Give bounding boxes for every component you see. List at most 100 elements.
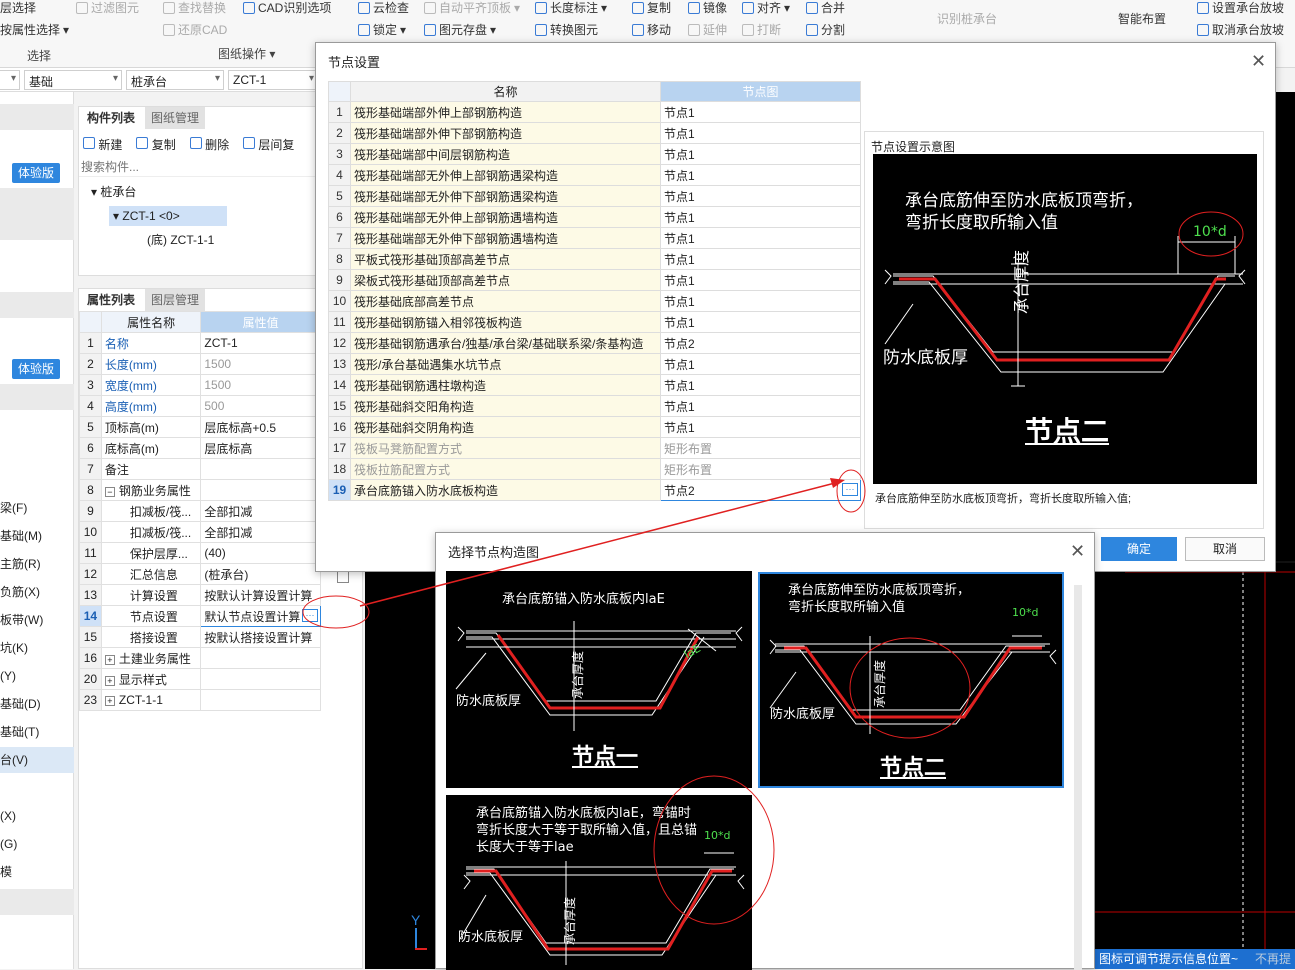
- node-value[interactable]: 节点1: [660, 143, 861, 165]
- node-row[interactable]: 2 筏形基础端部外伸下部钢筋构造 节点1: [328, 122, 861, 144]
- component-select[interactable]: ZCT-1: [228, 70, 318, 90]
- cloud-check-button[interactable]: 云检查: [358, 0, 409, 16]
- tree-root[interactable]: ▾ 桩承台: [91, 183, 136, 200]
- property-row[interactable]: 10 扣减板/筏... 全部扣减: [79, 521, 321, 543]
- length-dim-button[interactable]: 长度标注 ▾: [535, 0, 607, 16]
- trial-badge-2[interactable]: 体验版: [12, 359, 60, 379]
- node-value[interactable]: 节点2: [660, 332, 861, 354]
- nav-item-pile-cap[interactable]: 台(V): [0, 747, 74, 773]
- checkbox[interactable]: [337, 571, 349, 583]
- floor-select[interactable]: [0, 70, 20, 90]
- lock-button[interactable]: 锁定 ▾: [358, 21, 406, 38]
- close-icon[interactable]: ✕: [1251, 52, 1266, 70]
- node-option-2[interactable]: 承台底筋伸至防水底板顶弯折， 弯折长度取所输入值 10*d 承台厚度 防水底板厚…: [758, 572, 1064, 788]
- node-row[interactable]: 19 承台底筋锚入防水底板构造 节点2 ···: [328, 479, 861, 501]
- tab-component-list[interactable]: 构件列表: [81, 107, 142, 129]
- nav-item-mold[interactable]: 模: [0, 859, 74, 885]
- nav-item-y[interactable]: (Y): [0, 663, 74, 689]
- node-value[interactable]: 节点2 ···: [660, 479, 861, 501]
- node-value[interactable]: 矩形布置: [660, 458, 861, 480]
- copy-between-floors-button[interactable]: 层间复: [243, 136, 294, 153]
- property-row[interactable]: 6 底标高(m) 层底标高: [79, 437, 321, 459]
- property-row[interactable]: 23 + ZCT-1-1: [79, 689, 321, 711]
- node-value[interactable]: 节点1: [660, 122, 861, 144]
- node-row[interactable]: 9 梁板式筏形基础顶部高差节点 节点1: [328, 269, 861, 291]
- category-select[interactable]: 基础: [24, 70, 122, 90]
- property-row[interactable]: 12 汇总信息 (桩承台): [79, 563, 321, 585]
- property-row[interactable]: 7 备注: [79, 458, 321, 480]
- property-row[interactable]: 4 高度(mm) 500: [79, 395, 321, 417]
- property-value[interactable]: 全部扣减: [200, 521, 321, 543]
- node-row[interactable]: 17 筏板马凳筋配置方式 矩形布置: [328, 437, 861, 459]
- node-value[interactable]: 节点1: [660, 248, 861, 270]
- property-row[interactable]: 11 保护层厚... (40): [79, 542, 321, 564]
- nav-item-pit[interactable]: 坑(K): [0, 635, 74, 661]
- node-value[interactable]: 节点1: [660, 374, 861, 396]
- node-row[interactable]: 13 筏形/承台基础遇集水坑节点 节点1: [328, 353, 861, 375]
- restore-cad-button[interactable]: 还原CAD: [163, 21, 227, 38]
- node-row[interactable]: 7 筏形基础端部无外伸下部钢筋遇墙构造 节点1: [328, 227, 861, 249]
- property-value[interactable]: 500: [200, 395, 321, 417]
- property-value[interactable]: 按默认计算设置计算: [200, 584, 321, 606]
- ellipsis-button[interactable]: ···: [302, 609, 318, 622]
- nav-item-neg-rebar[interactable]: 负筋(X): [0, 579, 74, 605]
- property-row[interactable]: 2 长度(mm) 1500: [79, 353, 321, 375]
- mirror-button[interactable]: 镜像: [688, 0, 727, 16]
- property-value[interactable]: (桩承台): [200, 563, 321, 585]
- node-value[interactable]: 节点1: [660, 395, 861, 417]
- property-value[interactable]: 全部扣减: [200, 500, 321, 522]
- node-row[interactable]: 11 筏形基础钢筋锚入相邻筏板构造 节点1: [328, 311, 861, 333]
- expand-icon[interactable]: −: [104, 486, 115, 497]
- save-elements-button[interactable]: 图元存盘 ▾: [424, 21, 496, 38]
- expand-icon[interactable]: +: [104, 675, 115, 686]
- nav-item-slab-strip[interactable]: 板带(W): [0, 607, 74, 633]
- select-by-attr-button[interactable]: 按属性选择 ▾: [0, 21, 69, 38]
- property-row[interactable]: 20 + 显示样式: [79, 668, 321, 690]
- node-value[interactable]: 节点1: [660, 353, 861, 375]
- property-row[interactable]: 3 宽度(mm) 1500: [79, 374, 321, 396]
- expand-icon[interactable]: +: [104, 654, 115, 665]
- close-icon[interactable]: ✕: [1070, 542, 1085, 560]
- split-button[interactable]: 分割: [806, 21, 845, 38]
- type-select[interactable]: 桩承台: [126, 70, 224, 90]
- property-value[interactable]: (40): [200, 542, 321, 564]
- property-value[interactable]: 按默认搭接设置计算: [200, 626, 321, 648]
- property-value[interactable]: 1500: [200, 353, 321, 375]
- nav-item-d[interactable]: 基础(D): [0, 691, 74, 717]
- layer-select-button[interactable]: 层选择: [0, 0, 36, 16]
- break-button[interactable]: 打断: [742, 21, 781, 38]
- node-row[interactable]: 4 筏形基础端部无外伸上部钢筋遇梁构造 节点1: [328, 164, 861, 186]
- node-row[interactable]: 6 筏形基础端部无外伸上部钢筋遇墙构造 节点1: [328, 206, 861, 228]
- recognize-pile-cap-button[interactable]: 识别桩承台: [937, 10, 997, 27]
- property-value[interactable]: 默认节点设置计算 ···: [200, 605, 321, 627]
- auto-align-top-button[interactable]: 自动平齐顶板 ▾: [424, 0, 520, 16]
- node-row[interactable]: 1 筏形基础端部外伸上部钢筋构造 节点1: [328, 101, 861, 123]
- property-row[interactable]: 14 节点设置 默认节点设置计算 ···: [79, 605, 321, 627]
- property-row[interactable]: 8− 钢筋业务属性: [79, 479, 321, 501]
- property-row[interactable]: 9 扣减板/筏... 全部扣减: [79, 500, 321, 522]
- new-button[interactable]: 新建: [83, 136, 122, 153]
- component-search-input[interactable]: [79, 157, 315, 177]
- property-value[interactable]: [200, 458, 321, 480]
- nav-item-g[interactable]: (G): [0, 831, 74, 857]
- trial-badge[interactable]: 体验版: [12, 163, 60, 183]
- node-value[interactable]: 节点1: [660, 290, 861, 312]
- extend-button[interactable]: 延伸: [688, 21, 727, 38]
- ok-button[interactable]: 确定: [1101, 537, 1177, 561]
- copy-button[interactable]: 复制: [632, 0, 671, 16]
- cancel-button[interactable]: 取消: [1185, 537, 1265, 561]
- node-option-3[interactable]: 承台底筋锚入防水底板内laE，弯锚时 弯折长度大于等于取所输入值，且总锚 长度大…: [446, 795, 752, 970]
- align-button[interactable]: 对齐 ▾: [742, 0, 790, 16]
- property-value[interactable]: ZCT-1: [200, 332, 321, 354]
- node-row[interactable]: 8 平板式筏形基础顶部高差节点 节点1: [328, 248, 861, 270]
- merge-button[interactable]: 合并: [806, 0, 845, 16]
- node-row[interactable]: 18 筏板拉筋配置方式 矩形布置: [328, 458, 861, 480]
- node-value[interactable]: 节点1: [660, 227, 861, 249]
- node-row[interactable]: 15 筏形基础斜交阳角构造 节点1: [328, 395, 861, 417]
- tree-item-selected[interactable]: ▾ ZCT-1 <0>: [109, 206, 227, 226]
- node-row[interactable]: 3 筏形基础端部中间层钢筋构造 节点1: [328, 143, 861, 165]
- copy-component-button[interactable]: 复制: [136, 136, 176, 153]
- tree-leaf[interactable]: (底) ZCT-1-1: [147, 231, 214, 248]
- smart-layout-button[interactable]: 智能布置: [1118, 10, 1166, 27]
- property-value[interactable]: 层底标高+0.5: [200, 416, 321, 438]
